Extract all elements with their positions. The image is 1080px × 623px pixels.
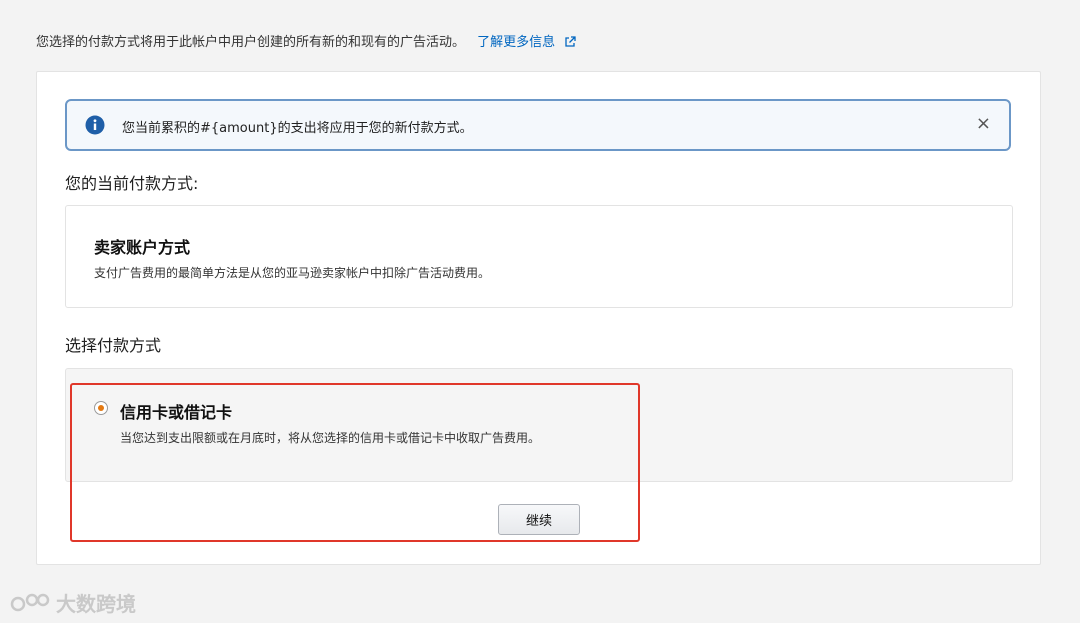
card-option-box[interactable]: 信用卡或借记卡 当您达到支出限额或在月底时，将从您选择的信用卡或借记卡中收取广告… [65, 368, 1013, 482]
payment-card: 您当前累积的#{amount}的支出将应用于您的新付款方式。 × 您的当前付款方… [36, 71, 1041, 565]
learn-more-link[interactable]: 了解更多信息 [477, 35, 576, 50]
current-method-title: 卖家账户方式 [94, 238, 191, 257]
current-method-description: 支付广告费用的最简单方法是从您的亚马逊卖家帐户中扣除广告活动费用。 [94, 266, 491, 280]
watermark: 大数跨境 [10, 588, 136, 617]
card-option-radio[interactable] [94, 401, 108, 415]
card-option-title: 信用卡或借记卡 [120, 403, 233, 422]
select-method-heading: 选择付款方式 [65, 336, 162, 355]
current-method-box: 卖家账户方式 支付广告费用的最简单方法是从您的亚马逊卖家帐户中扣除广告活动费用。 [65, 205, 1013, 308]
watermark-logo-icon [10, 593, 50, 611]
alert-message: 您当前累积的#{amount}的支出将应用于您的新付款方式。 [122, 121, 473, 136]
info-icon [85, 115, 105, 135]
card-option-description: 当您达到支出限额或在月底时，将从您选择的信用卡或借记卡中收取广告费用。 [120, 431, 541, 445]
learn-more-label: 了解更多信息 [477, 35, 556, 50]
current-method-heading: 您的当前付款方式: [65, 174, 199, 193]
info-alert: 您当前累积的#{amount}的支出将应用于您的新付款方式。 × [65, 99, 1011, 151]
payment-settings-page: 您选择的付款方式将用于此帐户中用户创建的所有新的和现有的广告活动。 了解更多信息… [0, 0, 1080, 623]
radio-selected-dot [98, 405, 104, 411]
external-link-icon [565, 36, 576, 47]
continue-button[interactable]: 继续 [498, 504, 580, 535]
intro-description: 您选择的付款方式将用于此帐户中用户创建的所有新的和现有的广告活动。 [36, 35, 466, 50]
close-icon[interactable]: × [976, 114, 991, 134]
watermark-text: 大数跨境 [56, 592, 136, 616]
intro-text: 您选择的付款方式将用于此帐户中用户创建的所有新的和现有的广告活动。 了解更多信息 [36, 31, 576, 50]
